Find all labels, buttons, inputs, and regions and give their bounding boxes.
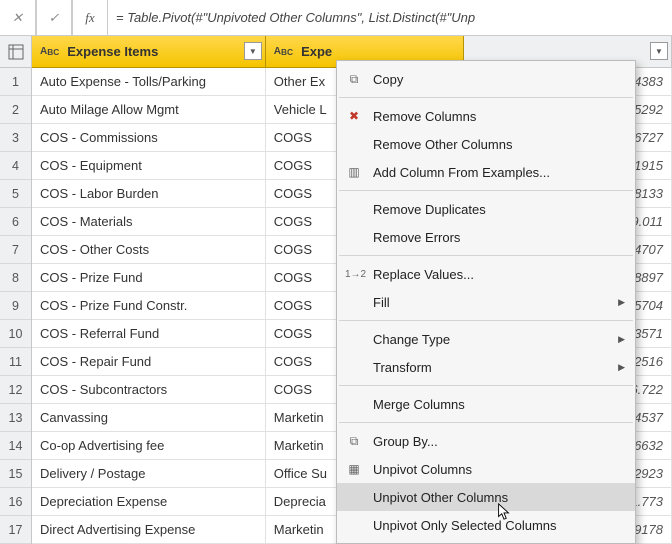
- column-header-label: Expense Items: [67, 44, 158, 59]
- menu-fill[interactable]: Fill: [337, 288, 635, 316]
- formula-input[interactable]: = Table.Pivot(#"Unpivoted Other Columns"…: [108, 0, 672, 35]
- cell-expense-item[interactable]: COS - Materials: [32, 208, 266, 236]
- row-number[interactable]: 7: [0, 236, 31, 264]
- mouse-cursor-icon: [497, 503, 511, 521]
- fx-label: fx: [72, 0, 108, 35]
- menu-remove-errors[interactable]: Remove Errors: [337, 223, 635, 251]
- cell-expense-item[interactable]: Depreciation Expense: [32, 488, 266, 516]
- confirm-formula-button[interactable]: ✓: [36, 0, 72, 35]
- type-icon: ABC: [272, 45, 295, 58]
- add-column-icon: ▥: [345, 165, 363, 179]
- replace-icon: 1→2: [345, 269, 363, 280]
- cell-expense-item[interactable]: COS - Commissions: [32, 124, 266, 152]
- menu-separator: [339, 97, 633, 98]
- menu-separator: [339, 320, 633, 321]
- row-number[interactable]: 15: [0, 460, 31, 488]
- column-header-label: Expe: [301, 44, 332, 59]
- cell-expense-item[interactable]: Co-op Advertising fee: [32, 432, 266, 460]
- menu-change-type[interactable]: Change Type: [337, 325, 635, 353]
- cell-expense-item[interactable]: COS - Other Costs: [32, 236, 266, 264]
- menu-transform[interactable]: Transform: [337, 353, 635, 381]
- menu-separator: [339, 255, 633, 256]
- cell-expense-item[interactable]: COS - Repair Fund: [32, 348, 266, 376]
- row-number[interactable]: 3: [0, 124, 31, 152]
- cell-expense-item[interactable]: COS - Referral Fund: [32, 320, 266, 348]
- menu-separator: [339, 385, 633, 386]
- menu-unpivot-only-selected[interactable]: Unpivot Only Selected Columns: [337, 511, 635, 539]
- menu-group-by[interactable]: ⧉Group By...: [337, 427, 635, 455]
- unpivot-icon: ▦: [345, 462, 363, 476]
- cell-expense-item[interactable]: Canvassing: [32, 404, 266, 432]
- cell-expense-item[interactable]: COS - Prize Fund: [32, 264, 266, 292]
- row-number[interactable]: 10: [0, 320, 31, 348]
- group-icon: ⧉: [345, 434, 363, 449]
- copy-icon: ⧉: [345, 72, 363, 87]
- cell-expense-item[interactable]: Direct Advertising Expense: [32, 516, 266, 544]
- row-number[interactable]: 17: [0, 516, 31, 544]
- row-number[interactable]: 1: [0, 68, 31, 96]
- cell-expense-item[interactable]: COS - Subcontractors: [32, 376, 266, 404]
- menu-remove-duplicates[interactable]: Remove Duplicates: [337, 195, 635, 223]
- column-header-expense-items[interactable]: ABC Expense Items ▼: [32, 36, 266, 68]
- row-number[interactable]: 16: [0, 488, 31, 516]
- row-number[interactable]: 9: [0, 292, 31, 320]
- menu-remove-columns[interactable]: ✖Remove Columns: [337, 102, 635, 130]
- remove-icon: ✖: [345, 109, 363, 123]
- menu-copy[interactable]: ⧉Copy: [337, 65, 635, 93]
- menu-separator: [339, 190, 633, 191]
- row-number[interactable]: 2: [0, 96, 31, 124]
- row-number[interactable]: 4: [0, 152, 31, 180]
- formula-bar: ✕ ✓ fx = Table.Pivot(#"Unpivoted Other C…: [0, 0, 672, 36]
- cell-expense-item[interactable]: COS - Labor Burden: [32, 180, 266, 208]
- menu-remove-other-columns[interactable]: Remove Other Columns: [337, 130, 635, 158]
- menu-unpivot-columns[interactable]: ▦Unpivot Columns: [337, 455, 635, 483]
- cell-expense-item[interactable]: Auto Milage Allow Mgmt: [32, 96, 266, 124]
- row-number[interactable]: 11: [0, 348, 31, 376]
- column-filter-dropdown[interactable]: ▼: [244, 42, 262, 60]
- row-number[interactable]: 12: [0, 376, 31, 404]
- row-number[interactable]: 8: [0, 264, 31, 292]
- cell-expense-item[interactable]: COS - Equipment: [32, 152, 266, 180]
- menu-merge-columns[interactable]: Merge Columns: [337, 390, 635, 418]
- cell-expense-item[interactable]: COS - Prize Fund Constr.: [32, 292, 266, 320]
- cell-expense-item[interactable]: Auto Expense - Tolls/Parking: [32, 68, 266, 96]
- column-filter-dropdown[interactable]: ▼: [650, 42, 668, 60]
- row-number[interactable]: 6: [0, 208, 31, 236]
- row-number[interactable]: 13: [0, 404, 31, 432]
- cell-expense-item[interactable]: Delivery / Postage: [32, 460, 266, 488]
- menu-separator: [339, 422, 633, 423]
- type-icon: ABC: [38, 45, 61, 58]
- row-number[interactable]: 5: [0, 180, 31, 208]
- cancel-formula-button[interactable]: ✕: [0, 0, 36, 35]
- table-icon[interactable]: [0, 36, 31, 68]
- column-context-menu: ⧉Copy ✖Remove Columns Remove Other Colum…: [336, 60, 636, 544]
- menu-add-column-from-examples[interactable]: ▥Add Column From Examples...: [337, 158, 635, 186]
- row-number[interactable]: 14: [0, 432, 31, 460]
- menu-replace-values[interactable]: 1→2Replace Values...: [337, 260, 635, 288]
- menu-unpivot-other-columns[interactable]: Unpivot Other Columns: [337, 483, 635, 511]
- row-number-gutter: 1234567891011121314151617: [0, 36, 32, 544]
